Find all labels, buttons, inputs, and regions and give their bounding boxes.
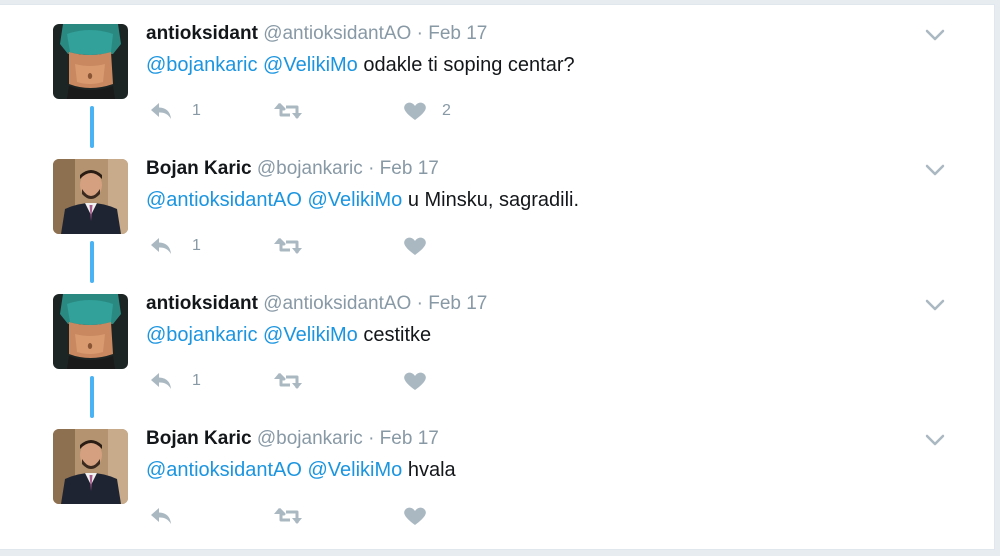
timestamp-link[interactable]: Feb 17 bbox=[380, 428, 439, 449]
tweet-text: @antioksidantAO @VelikiMo u Minsku, sagr… bbox=[146, 189, 579, 212]
reply-count: 1 bbox=[192, 102, 201, 119]
chevron-down-icon[interactable] bbox=[925, 298, 945, 312]
separator-dot: · bbox=[416, 293, 423, 314]
mention-link[interactable]: @VelikiMo bbox=[308, 189, 403, 211]
tweet-body: cestitke bbox=[363, 324, 432, 346]
timestamp-link[interactable]: Feb 17 bbox=[428, 293, 487, 314]
author-name[interactable]: Bojan Karic bbox=[146, 158, 252, 179]
tweet-2[interactable]: Bojan Karic @bojankaric · Feb 17 @antiok… bbox=[0, 140, 994, 283]
mention-link[interactable]: @bojankaric bbox=[146, 54, 257, 76]
tweet-text: @bojankaric @VelikiMo cestitke bbox=[146, 324, 431, 347]
reply-icon bbox=[151, 103, 171, 119]
tweet-header: Bojan Karic @bojankaric · Feb 17 bbox=[146, 158, 439, 180]
tweet-body: odakle ti soping centar? bbox=[363, 54, 575, 76]
tweet-text: @antioksidantAO @VelikiMo hvala bbox=[146, 459, 456, 482]
author-name[interactable]: antioksidant bbox=[146, 293, 258, 314]
retweet-icon bbox=[274, 372, 302, 389]
mention-link[interactable]: @antioksidantAO bbox=[146, 459, 302, 481]
mention-link[interactable]: @VelikiMo bbox=[263, 324, 358, 346]
mention-link[interactable]: @antioksidantAO bbox=[146, 189, 302, 211]
author-handle[interactable]: @antioksidantAO bbox=[263, 293, 411, 314]
author-name[interactable]: antioksidant bbox=[146, 23, 258, 44]
reply-count: 1 bbox=[192, 237, 201, 254]
tweet-header: Bojan Karic @bojankaric · Feb 17 bbox=[146, 428, 439, 450]
author-handle[interactable]: @bojankaric bbox=[257, 428, 363, 449]
mention-link[interactable]: @VelikiMo bbox=[263, 54, 358, 76]
separator-dot: · bbox=[368, 428, 375, 449]
mention-link[interactable]: @VelikiMo bbox=[308, 459, 403, 481]
timestamp-link[interactable]: Feb 17 bbox=[428, 23, 487, 44]
heart-icon bbox=[404, 237, 426, 255]
heart-icon bbox=[404, 372, 426, 390]
tweet-actions: 1 2 bbox=[146, 97, 546, 127]
retweet-icon bbox=[274, 507, 302, 524]
avatar-bojan-karic[interactable] bbox=[53, 429, 128, 504]
mention-link[interactable]: @bojankaric bbox=[146, 324, 257, 346]
tweet-actions bbox=[146, 502, 546, 532]
tweet-body: hvala bbox=[407, 459, 456, 481]
timestamp-link[interactable]: Feb 17 bbox=[380, 158, 439, 179]
tweet-3[interactable]: antioksidant @antioksidantAO · Feb 17 @b… bbox=[0, 275, 994, 418]
reply-count: 1 bbox=[192, 372, 201, 389]
tweet-header: antioksidant @antioksidantAO · Feb 17 bbox=[146, 23, 487, 45]
author-name[interactable]: Bojan Karic bbox=[146, 428, 252, 449]
separator-dot: · bbox=[368, 158, 375, 179]
reply-icon bbox=[151, 373, 171, 389]
retweet-icon bbox=[274, 237, 302, 254]
heart-icon bbox=[404, 507, 426, 525]
tweet-header: antioksidant @antioksidantAO · Feb 17 bbox=[146, 293, 487, 315]
chevron-down-icon[interactable] bbox=[925, 163, 945, 177]
heart-icon bbox=[404, 102, 426, 120]
like-count: 2 bbox=[442, 102, 451, 119]
author-handle[interactable]: @bojankaric bbox=[257, 158, 363, 179]
chevron-down-icon[interactable] bbox=[925, 28, 945, 42]
tweet-actions: 1 bbox=[146, 232, 546, 262]
avatar-antioksidant[interactable] bbox=[53, 24, 128, 99]
conversation-panel: antioksidant @antioksidantAO · Feb 17 @b… bbox=[0, 4, 995, 550]
avatar-antioksidant[interactable] bbox=[53, 294, 128, 369]
tweet-text: @bojankaric @VelikiMo odakle ti soping c… bbox=[146, 54, 575, 77]
author-handle[interactable]: @antioksidantAO bbox=[263, 23, 411, 44]
reply-icon bbox=[151, 508, 171, 524]
retweet-icon bbox=[274, 102, 302, 119]
tweet-1[interactable]: antioksidant @antioksidantAO · Feb 17 @b… bbox=[0, 5, 994, 148]
reply-icon bbox=[151, 238, 171, 254]
separator-dot: · bbox=[416, 23, 423, 44]
tweet-4[interactable]: Bojan Karic @bojankaric · Feb 17 @antiok… bbox=[0, 410, 994, 545]
tweet-body: u Minsku, sagradili. bbox=[407, 189, 580, 211]
chevron-down-icon[interactable] bbox=[925, 433, 945, 447]
tweet-actions: 1 bbox=[146, 367, 546, 397]
avatar-bojan-karic[interactable] bbox=[53, 159, 128, 234]
